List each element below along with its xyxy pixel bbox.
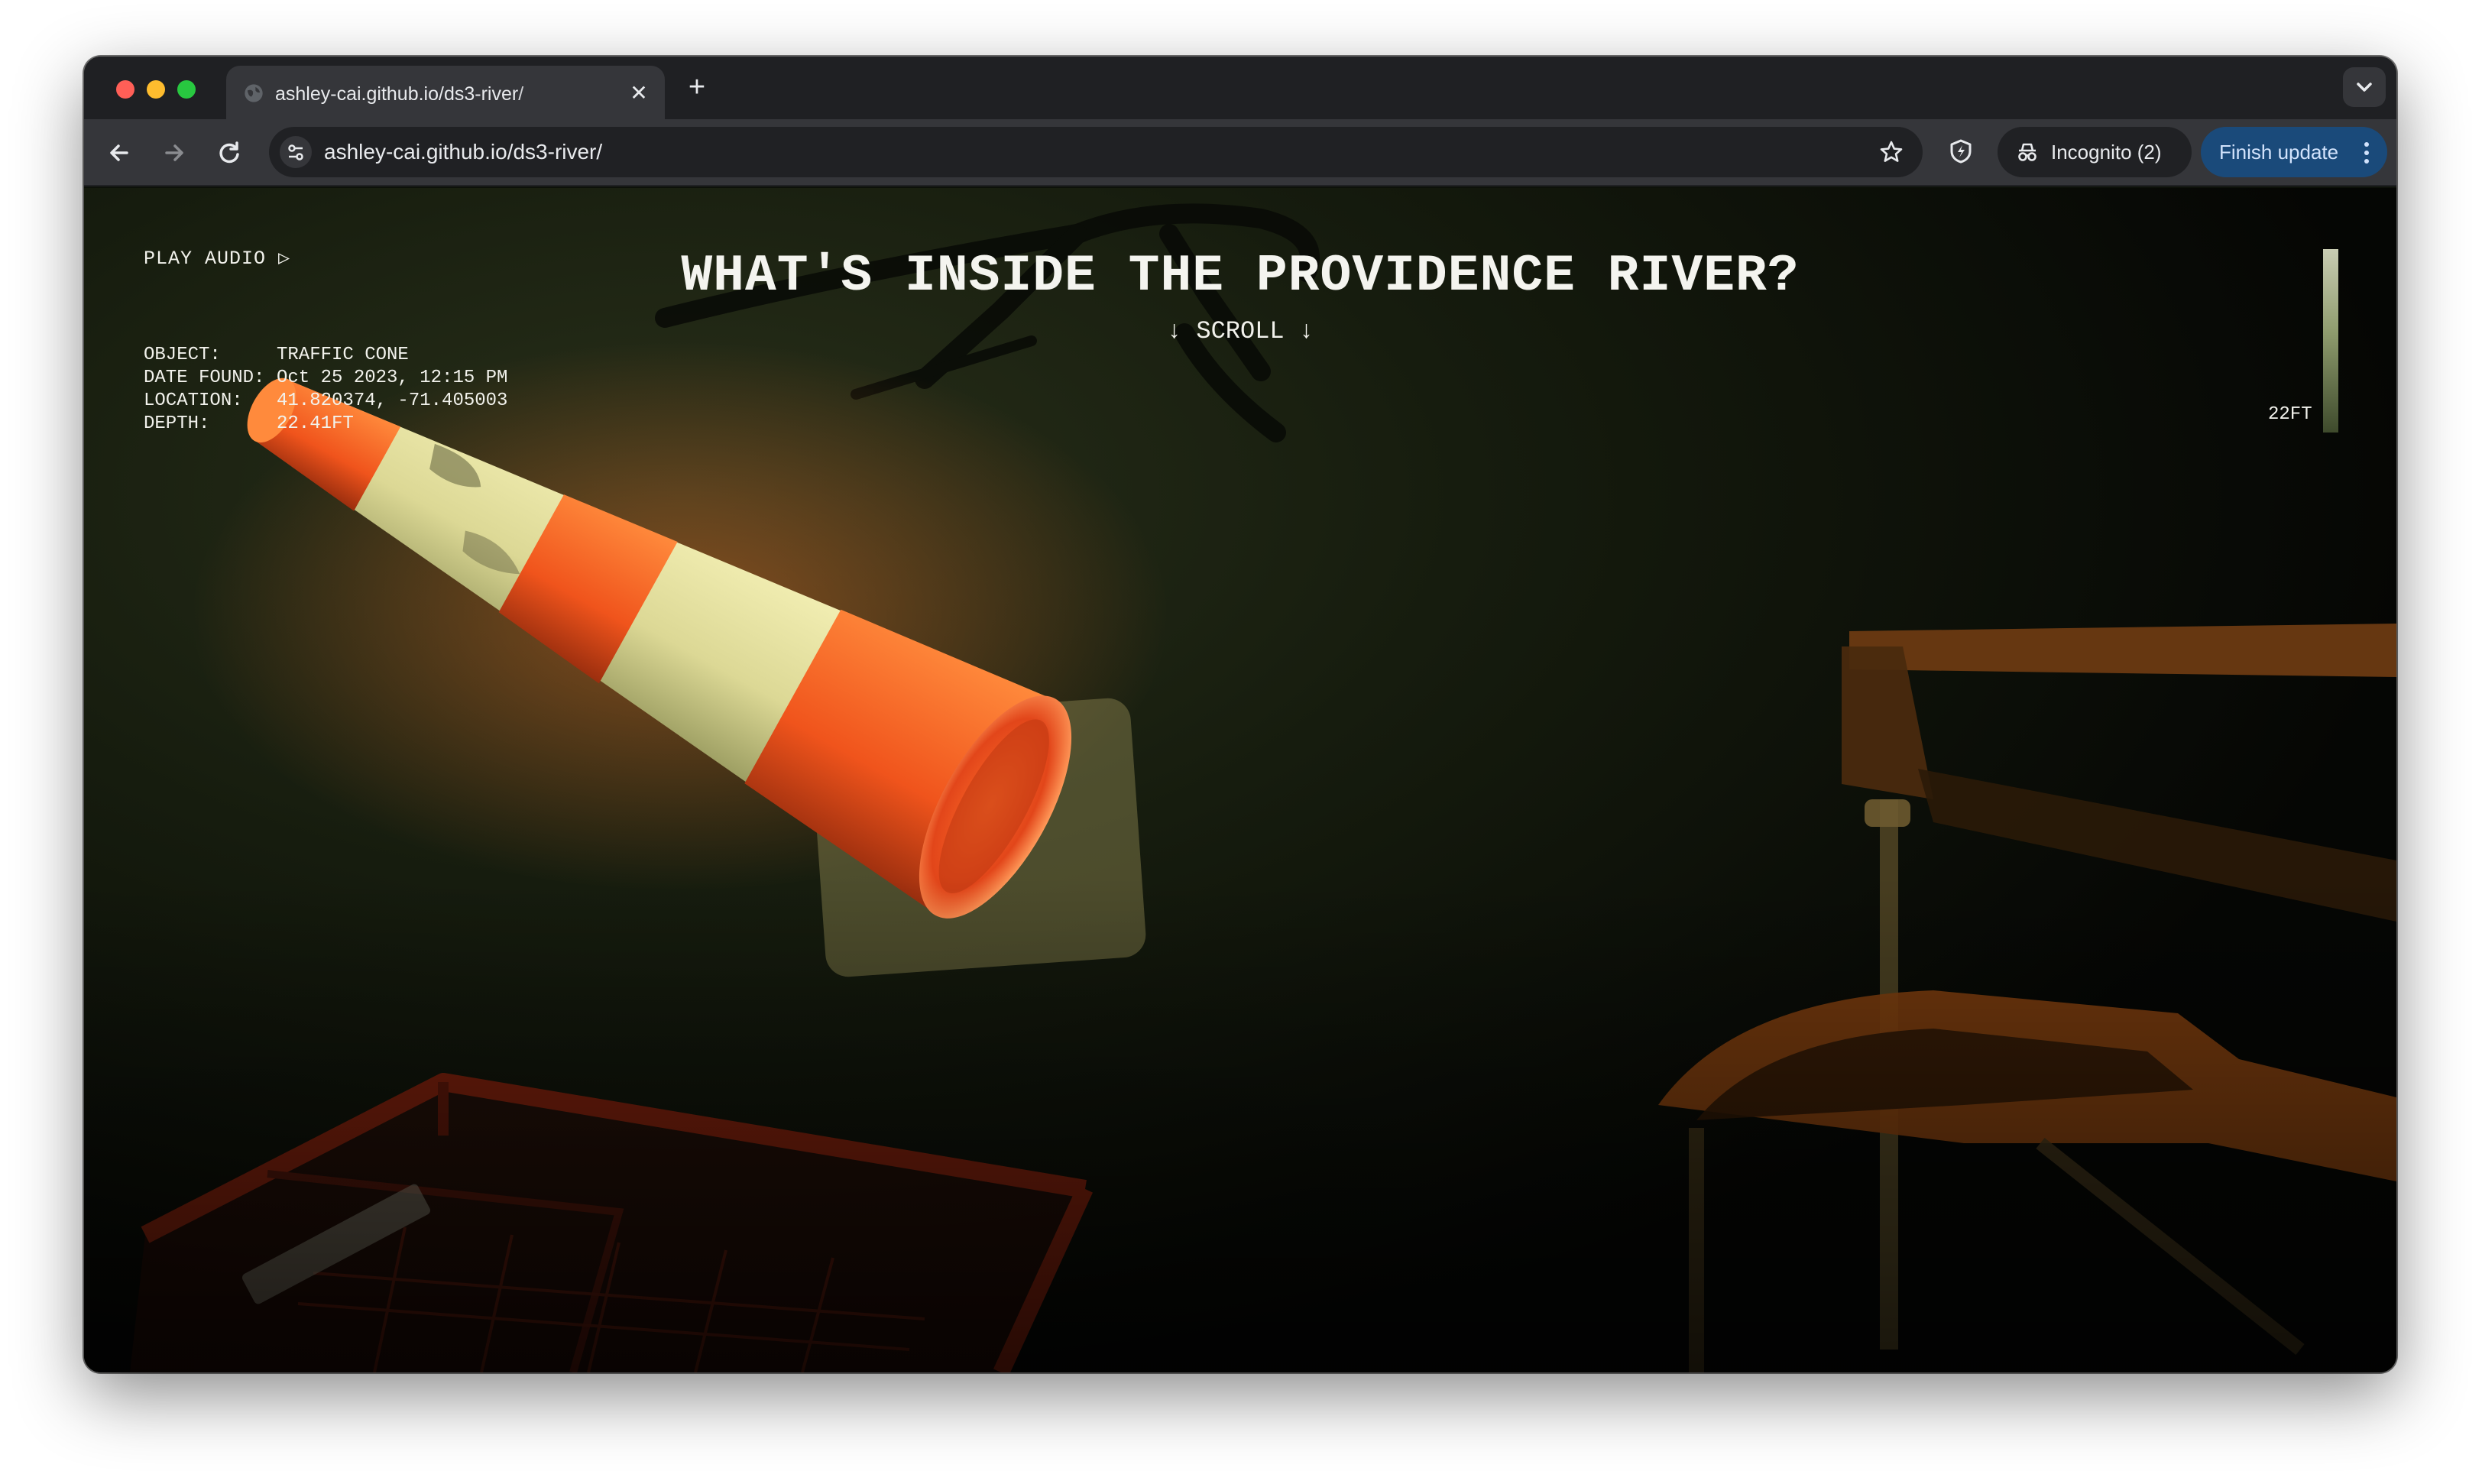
page-viewport: PLAY AUDIO ▷ OBJECT: TRAFFIC CONE DATE F… <box>84 188 2396 1372</box>
tab-search-button[interactable] <box>2343 67 2386 107</box>
browser-toolbar: ashley-cai.github.io/ds3-river/ Incognit… <box>84 119 2396 186</box>
close-tab-icon[interactable]: ✕ <box>628 83 650 104</box>
tab-strip: ashley-cai.github.io/ds3-river/ ✕ + <box>84 57 2396 119</box>
depth-gauge <box>2323 249 2338 433</box>
more-vertical-icon <box>2364 142 2369 164</box>
finish-update-label: Finish update <box>2219 141 2339 164</box>
back-arrow-icon[interactable] <box>102 136 136 170</box>
info-row-date-found: DATE FOUND: Oct 25 2023, 12:15 PM <box>144 367 507 390</box>
info-label: OBJECT: <box>144 345 221 365</box>
info-row-object: OBJECT: TRAFFIC CONE <box>144 344 507 367</box>
site-info-button[interactable] <box>280 136 312 168</box>
info-label: LOCATION: <box>144 390 243 411</box>
info-value: 22.41FT <box>277 413 354 434</box>
info-value: TRAFFIC CONE <box>277 345 409 365</box>
tune-icon <box>288 144 303 160</box>
finish-update-button[interactable]: Finish update <box>2201 127 2387 177</box>
close-window-button[interactable] <box>116 80 134 99</box>
globe-icon <box>245 84 263 102</box>
object-info-panel: OBJECT: TRAFFIC CONE DATE FOUND: Oct 25 … <box>144 344 507 436</box>
minimize-window-button[interactable] <box>147 80 165 99</box>
info-value: Oct 25 2023, 12:15 PM <box>277 368 508 388</box>
incognito-icon <box>2018 143 2036 161</box>
chevron-down-icon <box>2357 83 2372 92</box>
scroll-hint: ↓ SCROLL ↓ <box>1166 317 1314 345</box>
page-title: WHAT'S INSIDE THE PROVIDENCE RIVER? <box>681 247 1800 306</box>
url-text[interactable]: ashley-cai.github.io/ds3-river/ <box>324 138 602 166</box>
depth-gauge-label: 22FT <box>2268 404 2312 425</box>
info-row-depth: DEPTH: 22.41FT <box>144 413 507 436</box>
maximize-window-button[interactable] <box>177 80 196 99</box>
info-row-location: LOCATION: 41.820374, -71.405003 <box>144 390 507 413</box>
address-bar[interactable]: ashley-cai.github.io/ds3-river/ <box>269 127 1923 177</box>
browser-tab[interactable]: ashley-cai.github.io/ds3-river/ ✕ <box>226 66 665 119</box>
new-tab-button[interactable]: + <box>682 72 712 102</box>
info-label: DEPTH: <box>144 413 210 434</box>
incognito-indicator[interactable]: Incognito (2) <box>1998 127 2192 177</box>
info-value: 41.820374, -71.405003 <box>277 390 508 411</box>
browser-window: ashley-cai.github.io/ds3-river/ ✕ + ashl… <box>84 57 2396 1372</box>
info-label: DATE FOUND: <box>144 368 265 388</box>
reload-icon[interactable] <box>212 136 246 170</box>
incognito-label: Incognito (2) <box>2051 141 2162 164</box>
tab-title: ashley-cai.github.io/ds3-river/ <box>275 83 524 105</box>
bookmark-star-icon[interactable] <box>1878 139 1904 165</box>
extension-shield-icon[interactable] <box>1944 134 1978 168</box>
forward-arrow-icon[interactable] <box>157 136 191 170</box>
